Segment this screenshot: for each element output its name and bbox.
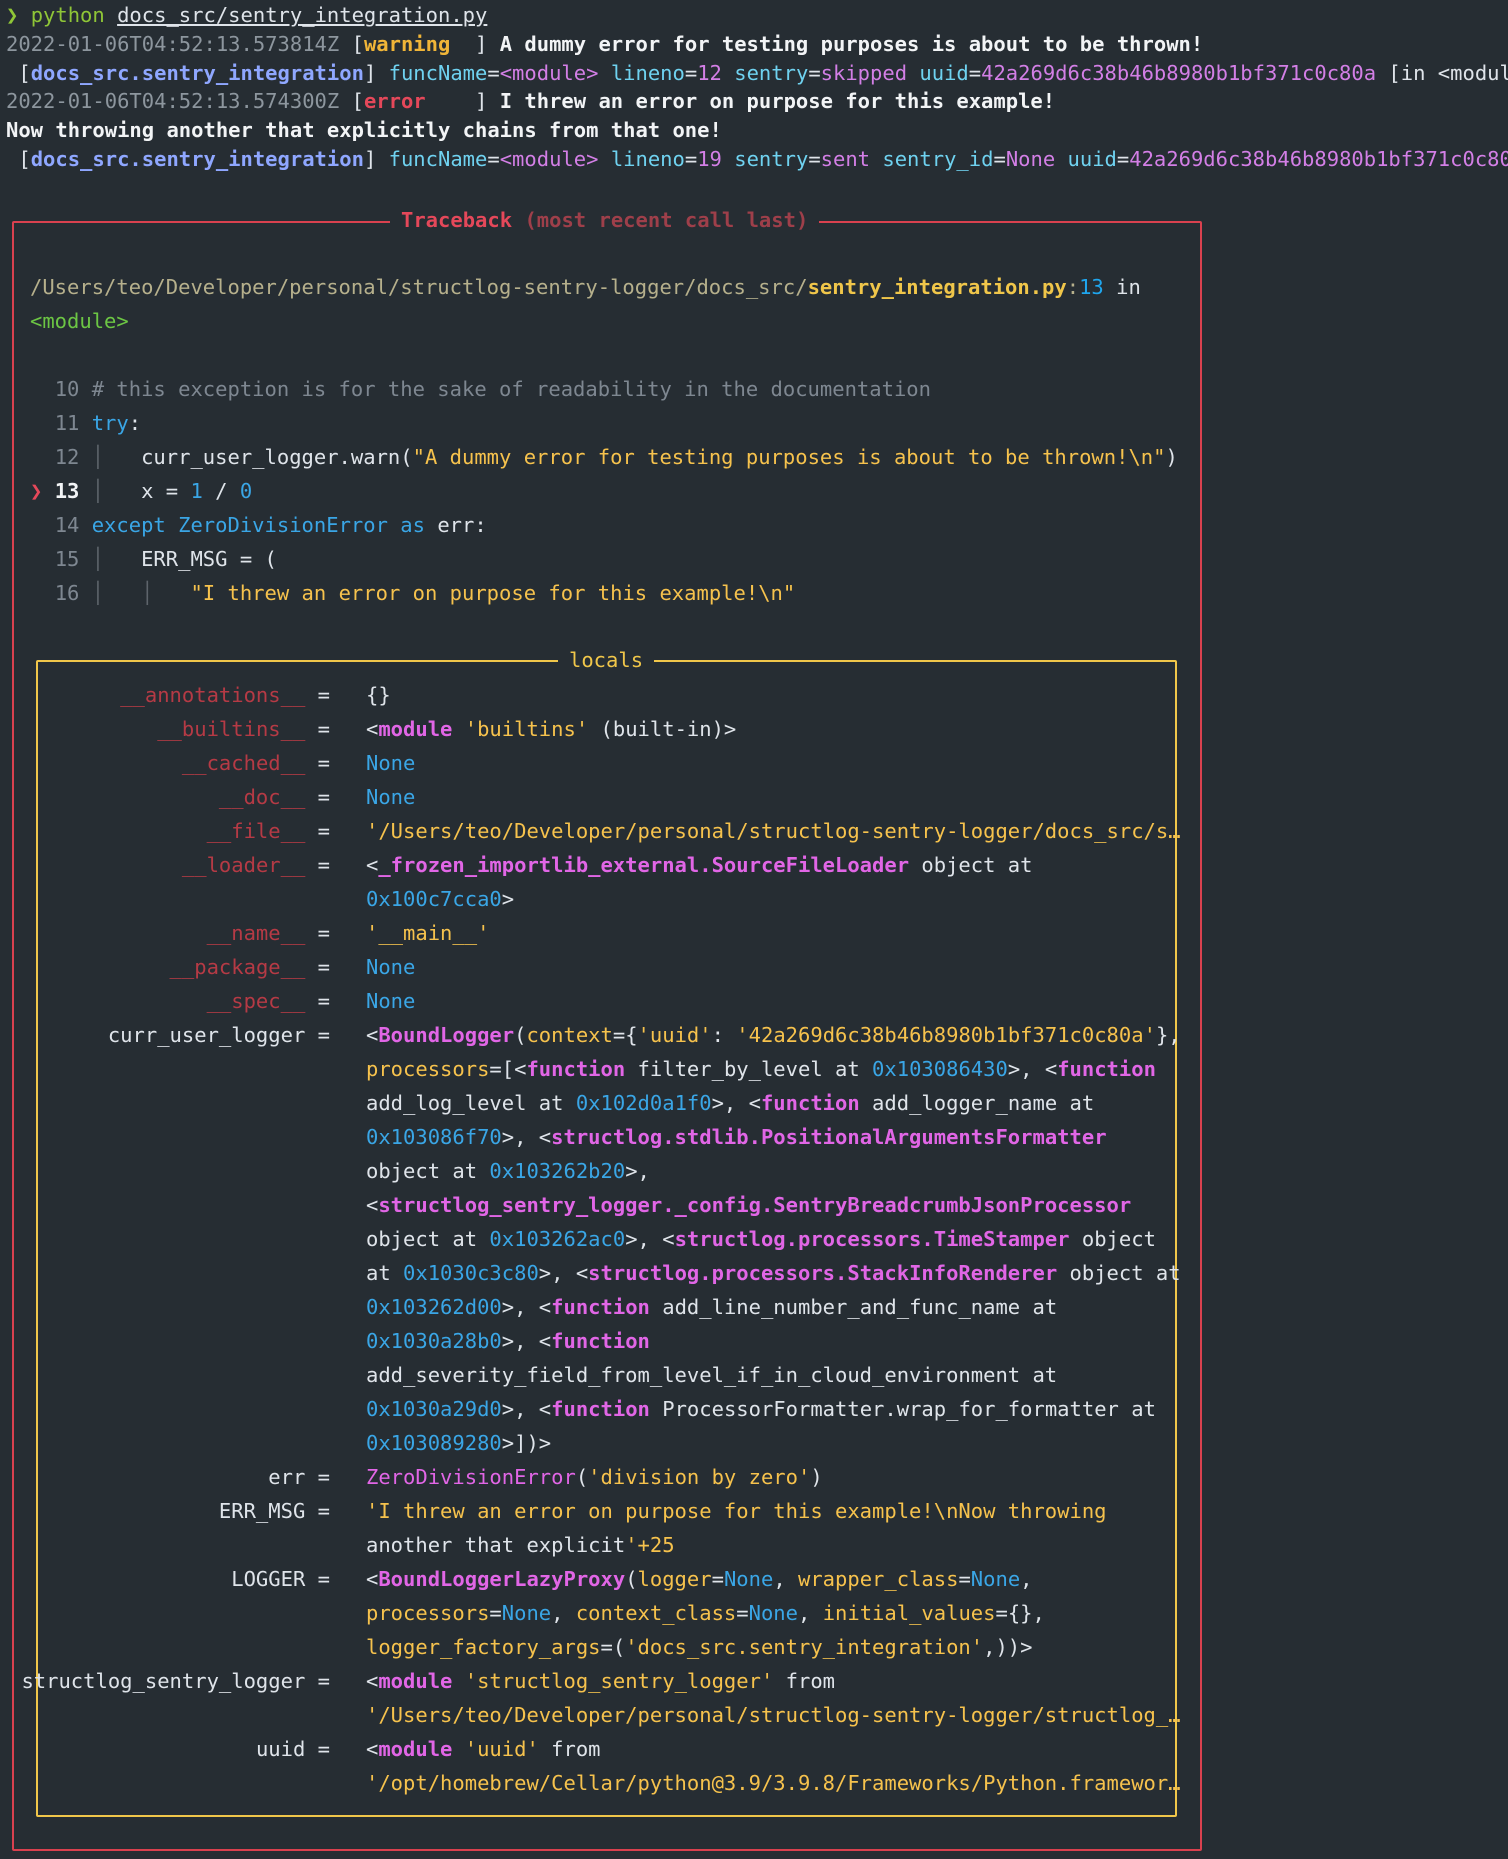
local-value: processors=None, context_class=None, ini… <box>366 1601 1045 1625</box>
frame-file: sentry_integration.py <box>807 275 1067 299</box>
traceback-title: Traceback (most recent call last) <box>390 205 820 235</box>
local-name: __annotations__ = <box>120 683 330 707</box>
local-value: <BoundLoggerLazyProxy(logger=None, wrapp… <box>366 1567 1033 1591</box>
lineno: 19 <box>697 147 722 171</box>
log-message: A dummy error for testing purposes is ab… <box>499 32 1204 56</box>
local-value: None <box>366 955 416 979</box>
line-number: 10 <box>54 377 80 401</box>
local-name: __name__ = <box>206 921 330 945</box>
local-name: ERR_MSG = <box>218 1499 330 1523</box>
local-value: object at 0x103262b20>, <box>366 1159 650 1183</box>
local-name: __spec__ = <box>206 989 330 1013</box>
local-value: 'I threw an error on purpose for this ex… <box>366 1499 1107 1523</box>
local-value: <module 'structlog_sentry_logger' from <box>366 1669 836 1693</box>
local-value: '/Users/teo/Developer/personal/structlog… <box>366 1703 1181 1727</box>
local-value: logger_factory_args=('docs_src.sentry_in… <box>366 1635 1033 1659</box>
sentry-id: None <box>1005 147 1056 171</box>
current-line-marker: ❯ <box>30 479 43 503</box>
timestamp: 2022-01-06T04:52:13.574300Z <box>6 89 340 113</box>
lineno: 12 <box>697 61 722 85</box>
frame-location: /Users/teo/Developer/personal/structlog-… <box>30 275 1141 299</box>
logger-name: docs_src.sentry_integration <box>30 61 364 85</box>
local-name: uuid = <box>255 1737 330 1761</box>
local-value: <_frozen_importlib_external.SourceFileLo… <box>366 853 1033 877</box>
local-value: None <box>366 785 416 809</box>
local-name: __package__ = <box>169 955 330 979</box>
sentry-status: sent <box>820 147 871 171</box>
local-value: None <box>366 751 416 775</box>
local-name: __loader__ = <box>181 853 330 877</box>
local-value: None <box>366 989 416 1013</box>
code-line: 10 # this exception is for the sake of r… <box>54 377 931 401</box>
local-value: add_log_level at 0x102d0a1f0>, <function… <box>366 1091 1095 1115</box>
local-value: '__main__' <box>366 921 490 945</box>
local-name: structlog_sentry_logger = <box>21 1669 330 1693</box>
local-value: ZeroDivisionError('division by zero') <box>366 1465 823 1489</box>
log-message: Now throwing another that explicitly cha… <box>6 118 722 142</box>
local-name: __builtins__ = <box>157 717 330 741</box>
local-value: 0x1030a28b0>, <function <box>366 1329 650 1353</box>
local-value: at 0x1030c3c80>, <structlog.processors.S… <box>366 1261 1181 1285</box>
local-value: 0x103086f70>, <structlog.stdlib.Position… <box>366 1125 1107 1149</box>
local-value: processors=[<function filter_by_level at… <box>366 1057 1156 1081</box>
local-value: '/Users/teo/Developer/personal/structlog… <box>366 819 1181 843</box>
local-value: <structlog_sentry_logger._config.SentryB… <box>366 1193 1132 1217</box>
frame-func: <module> <box>30 309 129 333</box>
local-value: '/opt/homebrew/Cellar/python@3.9/3.9.8/F… <box>366 1771 1181 1795</box>
logger-name: docs_src.sentry_integration <box>30 147 364 171</box>
local-value: 0x103089280>])> <box>366 1431 552 1455</box>
log-message: I threw an error on purpose for this exa… <box>499 89 1056 113</box>
frame-line: 13 <box>1079 275 1104 299</box>
local-value: {} <box>366 683 391 707</box>
frame-dir: /Users/teo/Developer/personal/structlog-… <box>30 275 808 299</box>
local-name: curr_user_logger = <box>107 1023 330 1047</box>
level-badge: error <box>363 89 426 113</box>
log-context-line: [docs_src.sentry_integration] funcName=<… <box>6 142 1508 176</box>
timestamp: 2022-01-06T04:52:13.573814Z <box>6 32 340 56</box>
local-value: add_severity_field_from_level_if_in_clou… <box>366 1363 1058 1387</box>
script-path: docs_src/sentry_integration.py <box>117 3 488 27</box>
local-name: LOGGER = <box>231 1567 330 1591</box>
command-name: python <box>30 3 105 27</box>
prompt-icon: ❯ <box>6 3 19 27</box>
func-name: <module> <box>499 61 599 85</box>
uuid-value: 42a269d6c38b46b8980b1bf371c0c80a <box>1129 147 1508 171</box>
code-line: 12 │ curr_user_logger.warn("A dummy erro… <box>54 445 1178 469</box>
code-comment: this exception is for the sake of readab… <box>104 377 931 401</box>
code-line: 14 except ZeroDivisionError as err: <box>54 513 487 537</box>
code-line: 15 │ ERR_MSG = ( <box>54 547 277 571</box>
code-line-current: ❯ 13 │ x = 1 / 0 <box>30 479 253 503</box>
local-value: object at 0x103262ac0>, <structlog.proce… <box>366 1227 1156 1251</box>
sentry-status: skipped <box>820 61 908 85</box>
locals-title: locals <box>558 645 655 675</box>
level-badge: warning <box>363 32 451 56</box>
local-name: __doc__ = <box>218 785 330 809</box>
local-value: 0x1030a29d0>, <function ProcessorFormatt… <box>366 1397 1156 1421</box>
func-name: <module> <box>499 147 599 171</box>
local-value: <module 'builtins' (built-in)> <box>366 717 737 741</box>
local-value: 0x103262d00>, <function add_line_number_… <box>366 1295 1058 1319</box>
local-name: __cached__ = <box>181 751 330 775</box>
context-suffix: [in <module>] <box>1388 61 1508 85</box>
local-value: 0x100c7cca0> <box>366 887 515 911</box>
local-value: <BoundLogger(context={'uuid': '42a269d6c… <box>366 1023 1181 1047</box>
local-name: __file__ = <box>206 819 330 843</box>
local-name: err = <box>268 1465 330 1489</box>
code-line: 11 try: <box>54 411 142 435</box>
frame-in: in <box>1116 275 1141 299</box>
local-value: another that explicit'+25 <box>366 1533 675 1557</box>
local-value: <module 'uuid' from <box>366 1737 601 1761</box>
code-line: 16 │ │ "I threw an error on purpose for … <box>54 581 796 605</box>
uuid-value: 42a269d6c38b46b8980b1bf371c0c80a <box>981 61 1377 85</box>
